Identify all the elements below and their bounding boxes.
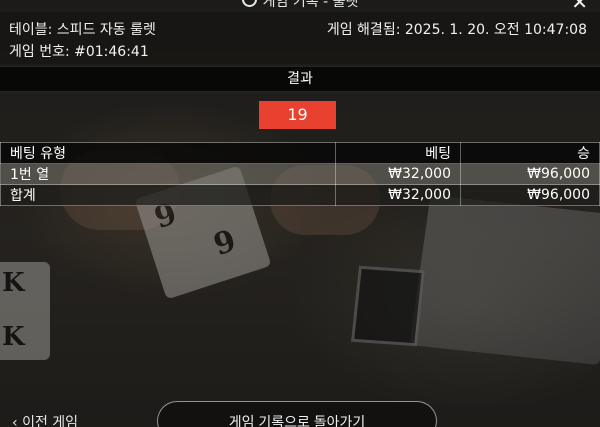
history-icon — [241, 0, 257, 7]
win-amount-cell: ₩96,000 — [460, 184, 600, 206]
game-history-screen: 9 9 K K 게임 기록 - 룰렛 ✕ 테이블: 스피드 자동 룰렛 게임 해… — [0, 0, 600, 427]
chevron-left-icon: ‹ — [12, 415, 18, 427]
bet-table-header-row: 베팅 유형 베팅 승 — [0, 142, 600, 164]
bet-type-cell: 합계 — [0, 184, 336, 206]
window-title-text: 게임 기록 - 룰렛 — [262, 0, 359, 10]
game-number: 게임 번호: #01:46:41 — [9, 44, 149, 60]
column-header-win: 승 — [460, 142, 600, 164]
title-bar: 게임 기록 - 룰렛 ✕ — [0, 0, 600, 14]
win-amount-cell: ₩96,000 — [460, 163, 600, 185]
back-to-history-button[interactable]: 게임 기록으로 돌아가기 — [157, 401, 437, 427]
bet-amount-cell: ₩32,000 — [335, 163, 461, 185]
column-header-bet-type: 베팅 유형 — [0, 142, 336, 164]
table-name: 테이블: 스피드 자동 룰렛 — [9, 22, 156, 38]
previous-game-label: 이전 게임 — [22, 415, 79, 427]
window-title: 게임 기록 - 룰렛 — [0, 0, 600, 11]
table-row-total: 합계 ₩32,000 ₩96,000 — [0, 184, 600, 206]
bet-table: 베팅 유형 베팅 승 1번 열 ₩32,000 ₩96,000 합계 ₩32,0… — [0, 142, 600, 206]
result-number-badge: 19 — [259, 101, 336, 129]
previous-game-link[interactable]: ‹ 이전 게임 — [12, 412, 78, 427]
background-dim-overlay — [0, 0, 600, 427]
game-info-panel: 테이블: 스피드 자동 룰렛 게임 해결됨: 2025. 1. 20. 오전 1… — [0, 12, 600, 64]
bet-type-cell: 1번 열 — [0, 163, 336, 185]
table-row: 1번 열 ₩32,000 ₩96,000 — [0, 163, 600, 185]
bet-amount-cell: ₩32,000 — [335, 184, 461, 206]
result-header: 결과 — [0, 66, 600, 92]
column-header-bet: 베팅 — [335, 142, 461, 164]
resolved-time: 게임 해결됨: 2025. 1. 20. 오전 10:47:08 — [326, 22, 587, 38]
